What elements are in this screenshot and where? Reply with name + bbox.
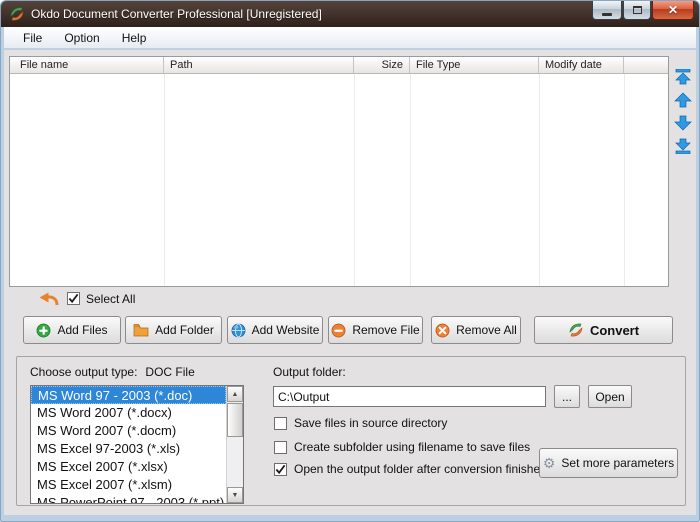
app-window: Okdo Document Converter Professional [Un… — [0, 0, 700, 522]
format-list-item[interactable]: MS Excel 97-2003 (*.xls) — [31, 440, 226, 458]
open-after-finish-label: Open the output folder after conversion … — [294, 462, 547, 476]
format-list-item[interactable]: MS Word 97 - 2003 (*.doc) — [31, 386, 226, 404]
add-website-button[interactable]: Add Website — [227, 316, 323, 344]
column-header-file-name[interactable]: File name — [10, 57, 164, 73]
select-all-label: Select All — [86, 292, 135, 306]
select-all-checkbox[interactable] — [67, 292, 80, 305]
column-header-modify-date[interactable]: Modify date — [539, 57, 624, 73]
close-button[interactable]: ✕ — [652, 1, 694, 20]
choose-output-type-text: Choose output type: — [30, 365, 137, 379]
remove-all-label: Remove All — [456, 323, 517, 337]
move-down-icon[interactable] — [674, 115, 692, 131]
column-divider — [539, 74, 540, 286]
move-to-top-icon[interactable] — [674, 69, 692, 85]
close-icon: ✕ — [668, 4, 678, 16]
menu-file[interactable]: File — [14, 29, 51, 47]
column-divider — [410, 74, 411, 286]
add-files-label: Add Files — [57, 323, 107, 337]
folder-icon — [133, 323, 149, 337]
save-in-source-row: Save files in source directory — [274, 416, 447, 430]
remove-file-label: Remove File — [352, 323, 419, 337]
maximize-icon — [633, 6, 642, 14]
minimize-icon — [602, 13, 612, 16]
column-header-spacer — [624, 57, 668, 73]
checkmark-icon — [68, 293, 79, 304]
create-subfolder-row: Create subfolder using filename to save … — [274, 440, 530, 454]
remove-minus-icon — [331, 323, 346, 338]
menu-help[interactable]: Help — [113, 29, 156, 47]
set-more-parameters-button[interactable]: ⚙ Set more parameters — [539, 448, 678, 478]
table-header: File name Path Size File Type Modify dat… — [10, 57, 668, 74]
format-list-item[interactable]: MS Word 2007 (*.docm) — [31, 422, 226, 440]
set-more-parameters-label: Set more parameters — [561, 456, 674, 470]
remove-file-button[interactable]: Remove File — [328, 316, 423, 344]
add-website-label: Add Website — [252, 323, 320, 337]
client-area: File name Path Size File Type Modify dat… — [4, 50, 696, 515]
save-in-source-checkbox[interactable] — [274, 417, 287, 430]
column-divider — [354, 74, 355, 286]
column-header-size[interactable]: Size — [354, 57, 410, 73]
open-after-finish-checkbox[interactable] — [274, 463, 287, 476]
format-list-item[interactable]: MS Excel 2007 (*.xlsm) — [31, 476, 226, 494]
column-divider — [164, 74, 165, 286]
output-format-listbox[interactable]: MS Word 97 - 2003 (*.doc) MS Word 2007 (… — [30, 385, 244, 504]
move-to-bottom-icon[interactable] — [674, 138, 692, 154]
convert-label: Convert — [590, 323, 639, 338]
output-folder-input[interactable] — [273, 386, 546, 407]
create-subfolder-label: Create subfolder using filename to save … — [294, 440, 530, 454]
select-all-row: Select All — [4, 290, 696, 310]
open-after-finish-row: Open the output folder after conversion … — [274, 462, 547, 476]
chosen-type-value: DOC File — [145, 365, 194, 379]
choose-output-type-label: Choose output type: DOC File — [30, 365, 195, 379]
listbox-scrollbar[interactable]: ▲ ▼ — [226, 386, 243, 503]
open-folder-button[interactable]: Open — [588, 385, 632, 408]
title-bar: Okdo Document Converter Professional [Un… — [1, 1, 699, 27]
table-body-empty[interactable] — [10, 74, 668, 286]
maximize-button[interactable] — [623, 1, 651, 20]
gear-icon: ⚙ — [543, 456, 556, 470]
add-folder-label: Add Folder — [155, 323, 214, 337]
file-list-table[interactable]: File name Path Size File Type Modify dat… — [9, 56, 669, 287]
output-options-group: Choose output type: DOC File MS Word 97 -… — [16, 356, 686, 506]
column-header-path[interactable]: Path — [164, 57, 354, 73]
add-folder-button[interactable]: Add Folder — [125, 316, 222, 344]
column-divider — [624, 74, 625, 286]
format-list-item[interactable]: MS Word 2007 (*.docx) — [31, 404, 226, 422]
save-in-source-label: Save files in source directory — [294, 416, 447, 430]
menu-option[interactable]: Option — [55, 29, 108, 47]
remove-all-button[interactable]: Remove All — [431, 316, 521, 344]
up-level-arrow-icon[interactable] — [39, 291, 59, 307]
remove-cross-icon — [435, 323, 450, 338]
checkmark-icon — [275, 464, 286, 475]
menu-bar: File Option Help — [4, 27, 696, 49]
globe-icon — [231, 323, 246, 338]
create-subfolder-checkbox[interactable] — [274, 441, 287, 454]
add-plus-icon — [36, 323, 51, 338]
scrollbar-thumb[interactable] — [227, 403, 243, 437]
convert-icon — [568, 322, 584, 338]
column-header-file-type[interactable]: File Type — [410, 57, 539, 73]
window-title: Okdo Document Converter Professional [Un… — [31, 7, 322, 21]
scrollbar-up-icon[interactable]: ▲ — [227, 386, 243, 402]
minimize-button[interactable] — [592, 1, 622, 20]
window-controls: ✕ — [591, 1, 694, 20]
convert-button[interactable]: Convert — [534, 316, 673, 344]
format-list-item[interactable]: MS PowerPoint 97 - 2003 (*.ppt) — [31, 494, 226, 504]
app-logo-icon — [9, 6, 25, 22]
move-up-icon[interactable] — [674, 92, 692, 108]
scrollbar-down-icon[interactable]: ▼ — [227, 487, 243, 503]
output-folder-label: Output folder: — [273, 365, 346, 379]
add-files-button[interactable]: Add Files — [23, 316, 121, 344]
browse-folder-button[interactable]: ... — [554, 385, 580, 408]
reorder-arrows — [674, 69, 692, 154]
format-list-item[interactable]: MS Excel 2007 (*.xlsx) — [31, 458, 226, 476]
